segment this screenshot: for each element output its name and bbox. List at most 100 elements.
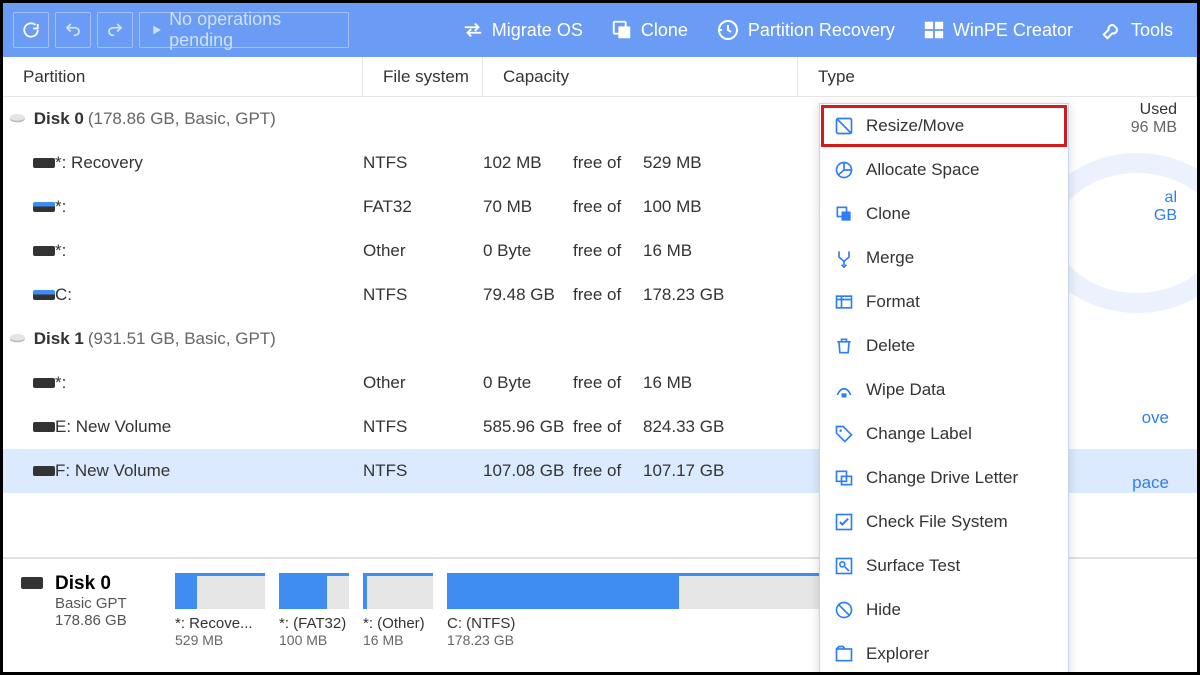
surface-icon bbox=[834, 556, 854, 576]
capacity-freeof: free of bbox=[573, 461, 643, 481]
menu-delete[interactable]: Delete bbox=[820, 324, 1068, 368]
partition-fs: FAT32 bbox=[363, 197, 483, 217]
merge-icon bbox=[834, 248, 854, 268]
capacity-total: 529 MB bbox=[643, 153, 753, 173]
menu-item-label: Format bbox=[866, 292, 920, 312]
partition-fs: NTFS bbox=[363, 417, 483, 437]
menu-merge[interactable]: Merge bbox=[820, 236, 1068, 280]
diskmap-block[interactable]: *: (FAT32) 100 MB bbox=[279, 573, 349, 648]
tools-button[interactable]: Tools bbox=[1087, 3, 1187, 57]
partition-fs: Other bbox=[363, 241, 483, 261]
menu-surface-test[interactable]: Surface Test bbox=[820, 544, 1068, 588]
capacity-used: 0 Byte bbox=[483, 373, 573, 393]
pending-operations-label: No operations pending bbox=[169, 9, 338, 51]
menu-item-label: Check File System bbox=[866, 512, 1008, 532]
menu-item-label: Resize/Move bbox=[866, 116, 964, 136]
partition-icon bbox=[33, 378, 55, 388]
pending-operations-button[interactable]: No operations pending bbox=[139, 12, 349, 48]
hide-icon bbox=[834, 600, 854, 620]
menu-item-label: Change Label bbox=[866, 424, 972, 444]
column-headers: Partition File system Capacity Type bbox=[3, 57, 1197, 97]
diskmap-disk-type: Basic GPT bbox=[55, 595, 175, 612]
context-menu: Resize/Move Allocate Space Clone Merge Forma… bbox=[819, 103, 1069, 675]
partition-label: *: bbox=[55, 373, 66, 393]
diskmap-disk-size: 178.86 GB bbox=[55, 612, 175, 629]
col-filesystem[interactable]: File system bbox=[363, 57, 483, 96]
menu-change-drive-letter[interactable]: Change Drive Letter bbox=[820, 456, 1068, 500]
partition-label: *: bbox=[55, 241, 66, 261]
capacity-used: 79.48 GB bbox=[483, 285, 573, 305]
capacity-used: 585.96 GB bbox=[483, 417, 573, 437]
menu-item-label: Merge bbox=[866, 248, 914, 268]
menu-item-label: Hide bbox=[866, 600, 901, 620]
menu-allocate-space[interactable]: Allocate Space bbox=[820, 148, 1068, 192]
capacity-total: 100 MB bbox=[643, 197, 753, 217]
menu-explorer[interactable]: Explorer bbox=[820, 632, 1068, 675]
partition-recovery-button[interactable]: Partition Recovery bbox=[702, 3, 909, 57]
capacity-total: 178.23 GB bbox=[643, 285, 753, 305]
col-capacity[interactable]: Capacity bbox=[483, 57, 798, 96]
partition-fs: NTFS bbox=[363, 285, 483, 305]
menu-item-label: Clone bbox=[866, 204, 910, 224]
check-icon bbox=[834, 512, 854, 532]
winpe-creator-button[interactable]: WinPE Creator bbox=[909, 3, 1087, 57]
partition-icon bbox=[33, 158, 55, 168]
toolbar: No operations pending Migrate OS Clone P… bbox=[3, 3, 1197, 57]
undo-button[interactable] bbox=[55, 12, 91, 48]
diskmap-block[interactable]: *: Recove... 529 MB bbox=[175, 573, 265, 648]
pie-icon bbox=[834, 160, 854, 180]
diskmap-disk-info: Disk 0 Basic GPT 178.86 GB bbox=[55, 573, 175, 629]
partition-icon bbox=[33, 246, 55, 256]
menu-resize-move[interactable]: Resize/Move bbox=[820, 104, 1068, 148]
capacity-total: 16 MB bbox=[643, 373, 753, 393]
redo-button[interactable] bbox=[97, 12, 133, 48]
menu-item-label: Change Drive Letter bbox=[866, 468, 1018, 488]
capacity-freeof: free of bbox=[573, 417, 643, 437]
partition-label: *: Recovery bbox=[55, 153, 143, 173]
col-partition[interactable]: Partition bbox=[3, 57, 363, 96]
trash-icon bbox=[834, 336, 854, 356]
right-link-space[interactable]: pace bbox=[1132, 473, 1169, 493]
block-label: *: Recove... bbox=[175, 615, 265, 632]
right-link-move[interactable]: ove bbox=[1142, 408, 1169, 428]
menu-hide[interactable]: Hide bbox=[820, 588, 1068, 632]
refresh-button[interactable] bbox=[13, 12, 49, 48]
col-type[interactable]: Type bbox=[798, 57, 1197, 96]
clone-button[interactable]: Clone bbox=[597, 3, 702, 57]
capacity-total: 16 MB bbox=[643, 241, 753, 261]
disk-icon bbox=[9, 112, 29, 126]
menu-wipe-data[interactable]: Wipe Data bbox=[820, 368, 1068, 412]
right-info: Used 96 MB al GB bbox=[1057, 101, 1177, 225]
block-size: 100 MB bbox=[279, 632, 349, 648]
partition-fs: NTFS bbox=[363, 461, 483, 481]
partition-icon bbox=[33, 202, 55, 212]
wipe-icon bbox=[834, 380, 854, 400]
disk-icon bbox=[21, 577, 43, 589]
letter-icon bbox=[834, 468, 854, 488]
menu-item-label: Surface Test bbox=[866, 556, 960, 576]
info-fragment-gb: GB bbox=[1057, 207, 1177, 225]
capacity-total: 107.17 GB bbox=[643, 461, 753, 481]
menu-clone[interactable]: Clone bbox=[820, 192, 1068, 236]
block-size: 16 MB bbox=[363, 632, 433, 648]
capacity-used: 107.08 GB bbox=[483, 461, 573, 481]
menu-change-label[interactable]: Change Label bbox=[820, 412, 1068, 456]
diskmap-disk-name: Disk 0 bbox=[55, 573, 175, 595]
format-icon bbox=[834, 292, 854, 312]
partition-icon bbox=[33, 422, 55, 432]
menu-check-file-system[interactable]: Check File System bbox=[820, 500, 1068, 544]
resize-icon bbox=[834, 116, 854, 136]
menu-item-label: Allocate Space bbox=[866, 160, 979, 180]
menu-format[interactable]: Format bbox=[820, 280, 1068, 324]
capacity-freeof: free of bbox=[573, 197, 643, 217]
migrate-os-button[interactable]: Migrate OS bbox=[448, 3, 597, 57]
partition-label: C: bbox=[55, 285, 72, 305]
partition-fs: NTFS bbox=[363, 153, 483, 173]
capacity-freeof: free of bbox=[573, 153, 643, 173]
menu-item-label: Explorer bbox=[866, 644, 929, 664]
diskmap-block[interactable]: *: (Other) 16 MB bbox=[363, 573, 433, 648]
capacity-total: 824.33 GB bbox=[643, 417, 753, 437]
partition-icon bbox=[33, 290, 55, 300]
partition-label: *: bbox=[55, 197, 66, 217]
partition-fs: Other bbox=[363, 373, 483, 393]
